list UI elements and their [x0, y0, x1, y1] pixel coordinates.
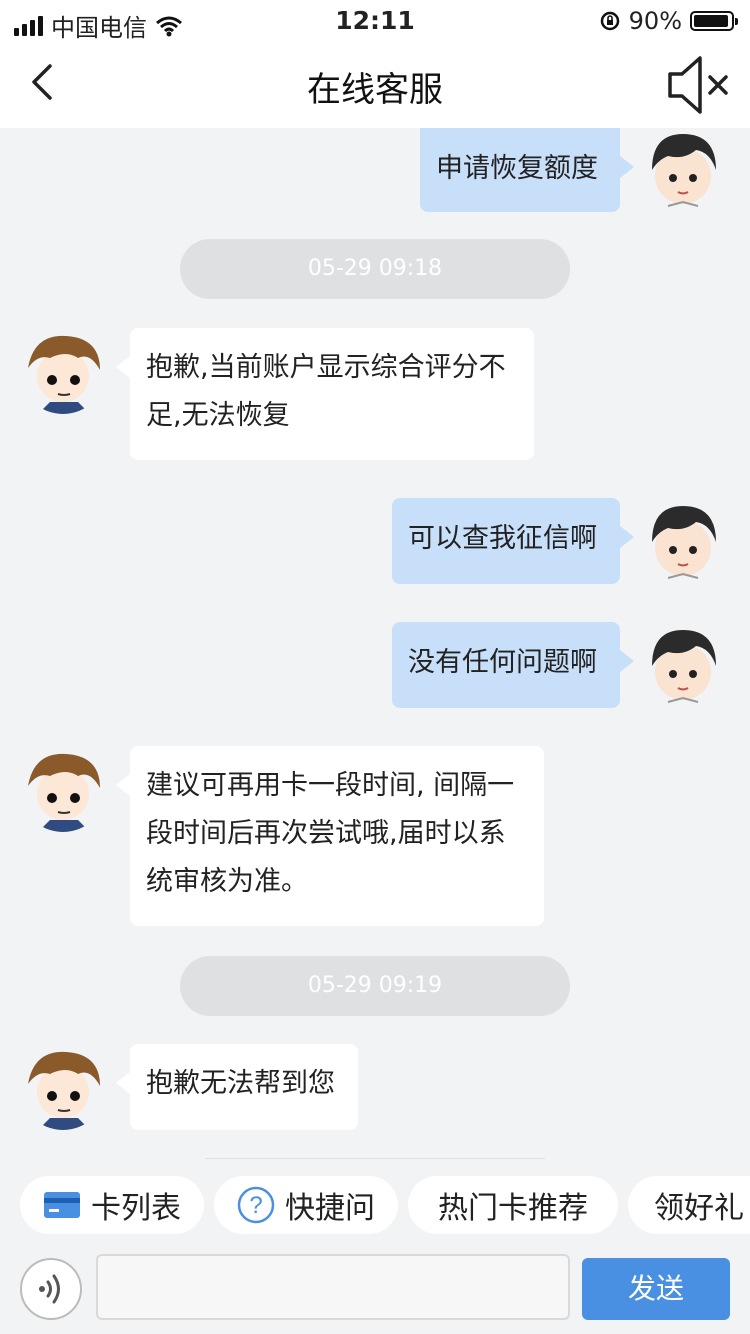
divider	[205, 1158, 545, 1159]
agent-avatar	[20, 746, 106, 832]
card-icon	[44, 1192, 80, 1218]
chat-area[interactable]: 申请恢复额度 05-29 09:18 抱歉,当前账户显示综合评分不足,无法恢复 …	[0, 128, 750, 1160]
message-bubble-user: 可以查我征信啊	[392, 498, 634, 584]
message-text: 抱歉无法帮到您	[146, 1068, 335, 1099]
page-title: 在线客服	[307, 70, 443, 110]
quick-action-faq[interactable]: ? 快捷问	[214, 1176, 398, 1234]
message-bubble-user: 申请恢复额度	[420, 128, 634, 212]
status-bar: 中国电信 12:11 90%	[0, 0, 750, 42]
send-button[interactable]: 发送	[582, 1258, 730, 1320]
quick-actions-bar: 卡列表 ? 快捷问 热门卡推荐 领好礼	[0, 1160, 750, 1250]
message-bubble-agent: 建议可再用卡一段时间, 间隔一段时间后再次尝试哦,届时以系统审核为准。	[116, 746, 544, 926]
user-avatar	[640, 128, 726, 212]
message-text: 建议可再用卡一段时间, 间隔一段时间后再次尝试哦,届时以系统审核为准。	[146, 770, 515, 897]
quick-action-card-list[interactable]: 卡列表	[20, 1176, 204, 1234]
quick-action-gift[interactable]: 领好礼	[628, 1176, 750, 1234]
message-bubble-agent: 抱歉,当前账户显示综合评分不足,无法恢复	[116, 328, 534, 460]
svg-text:?: ?	[249, 1192, 262, 1219]
message-bubble-user: 没有任何问题啊	[392, 622, 634, 708]
agent-avatar	[20, 1044, 106, 1130]
question-icon: ?	[237, 1186, 275, 1224]
voice-input-button[interactable]	[20, 1258, 82, 1320]
battery-percent: 90%	[628, 7, 682, 35]
message-input[interactable]	[96, 1254, 570, 1320]
rotation-lock-icon	[600, 11, 619, 31]
message-text: 可以查我征信啊	[408, 523, 597, 554]
speaker-mute-icon[interactable]	[664, 50, 734, 120]
input-bar: 发送	[0, 1250, 750, 1334]
message-text: 抱歉,当前账户显示综合评分不足,无法恢复	[146, 352, 506, 431]
message-text: 申请恢复额度	[436, 153, 598, 184]
message-text: 没有任何问题啊	[408, 647, 597, 678]
user-avatar	[640, 622, 726, 708]
timestamp-pill: 05-29 09:19	[180, 956, 570, 1016]
user-avatar	[640, 498, 726, 584]
status-right: 90%	[599, 7, 738, 35]
nav-bar: 在线客服	[0, 40, 750, 128]
timestamp-pill: 05-29 09:18	[180, 239, 570, 299]
battery-icon	[690, 11, 738, 31]
message-bubble-agent: 抱歉无法帮到您	[116, 1044, 358, 1130]
quick-action-hot-cards[interactable]: 热门卡推荐	[408, 1176, 618, 1234]
voice-icon	[39, 1274, 60, 1304]
agent-avatar	[20, 328, 106, 414]
